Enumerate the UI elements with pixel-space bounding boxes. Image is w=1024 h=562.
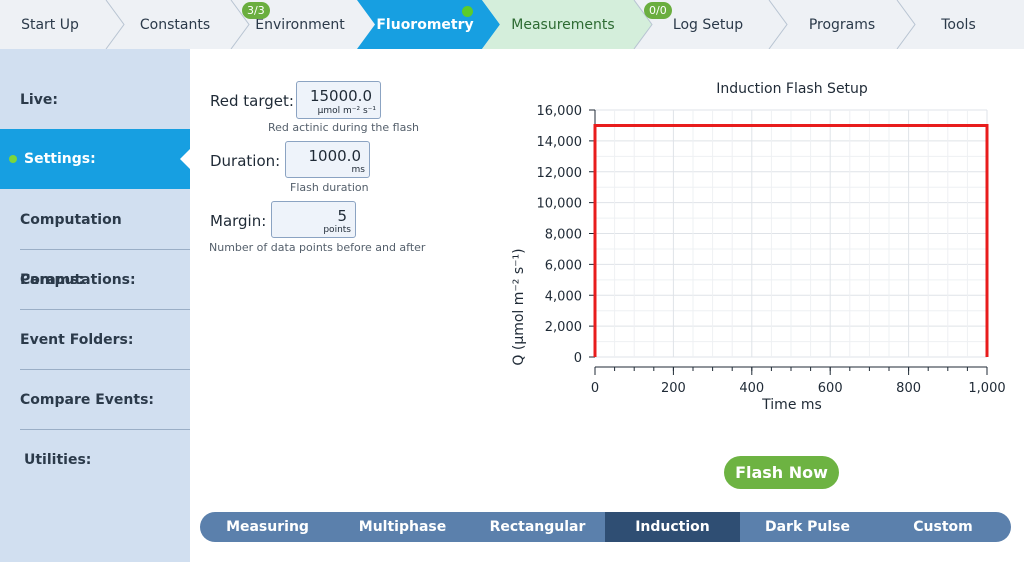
selection-pointer-icon (180, 149, 190, 169)
duration-label: Duration: (210, 152, 281, 170)
tab-measuring[interactable]: Measuring (200, 512, 335, 542)
duration-field[interactable]: 1000.0 ms (285, 141, 370, 178)
sidebar-item-label: Event Folders: (20, 332, 134, 348)
flash-now-button[interactable]: Flash Now (724, 456, 839, 489)
x-tick-label: 800 (896, 381, 921, 396)
red-target-unit: µmol m⁻² s⁻¹ (317, 106, 376, 116)
sidebar-item-label: Computations: (20, 272, 136, 288)
margin-hint: Number of data points before and after (209, 241, 426, 254)
duration-hint: Flash duration (290, 181, 369, 194)
y-tick-label: 12,000 (537, 166, 583, 181)
sidebar-item-label: Settings: (24, 151, 96, 167)
status-dot-icon (462, 6, 473, 17)
margin-label: Margin: (210, 212, 267, 230)
step-constants[interactable]: Constants (120, 0, 230, 49)
log-setup-count-badge: 0/0 (644, 2, 672, 19)
x-tick-label: 200 (661, 381, 686, 396)
x-tick-label: 0 (591, 381, 599, 396)
step-start-up[interactable]: Start Up (0, 0, 100, 49)
sidebar: Live: Settings: Computation Params: Comp… (0, 49, 190, 562)
x-tick-label: 600 (818, 381, 843, 396)
step-programs[interactable]: Programs (787, 0, 897, 49)
sidebar-item-computation-params[interactable]: Computation Params: (0, 190, 190, 288)
red-target-hint: Red actinic during the flash (268, 121, 420, 134)
y-tick-label: 10,000 (537, 197, 583, 212)
step-navigation: Start Up Constants Environment 3/3 Fluor… (0, 0, 1024, 49)
chart-title: Induction Flash Setup (716, 81, 868, 97)
environment-count-badge: 3/3 (242, 2, 270, 19)
margin-value: 5 (337, 207, 347, 225)
active-dot-icon (9, 155, 17, 163)
y-tick-label: 2,000 (545, 320, 582, 335)
x-tick-label: 400 (739, 381, 764, 396)
step-measurements[interactable]: Measurements (500, 0, 626, 49)
sidebar-item-settings[interactable]: Settings: (0, 129, 190, 189)
app-window: Start Up Constants Environment 3/3 Fluor… (0, 0, 1024, 562)
sidebar-item-label: Compare Events: (20, 392, 154, 408)
y-tick-label: 4,000 (545, 289, 582, 304)
step-fluorometry[interactable]: Fluorometry (375, 0, 475, 49)
x-tick-label: 1,000 (968, 381, 1005, 396)
sidebar-item-label: Utilities: (24, 452, 92, 468)
sidebar-item-label: Live: (20, 92, 58, 108)
y-tick-label: 8,000 (545, 228, 582, 243)
y-tick-labels: 0 2,000 4,000 6,000 8,000 10,000 12,000 14,000 1… (537, 104, 583, 366)
red-target-label: Red target: (210, 92, 294, 110)
tab-rectangular[interactable]: Rectangular (470, 512, 605, 542)
y-axis-label: Q (µmol m⁻² s⁻¹) (511, 248, 527, 365)
x-tick-labels: 0 200 400 600 800 1,000 (591, 381, 1005, 396)
sidebar-item-live[interactable]: Live: (0, 70, 190, 130)
tab-multiphase[interactable]: Multiphase (335, 512, 470, 542)
sidebar-item-computations[interactable]: Computations: (0, 250, 190, 310)
induction-flash-chart: Induction Flash Setup 0 2,000 4,000 6,000 8,… (511, 81, 1005, 413)
protocol-tabs: Measuring Multiphase Rectangular Inducti… (200, 512, 1011, 542)
x-axis-label: Time ms (761, 397, 822, 413)
y-tick-label: 14,000 (537, 135, 583, 150)
y-tick-label: 0 (574, 351, 582, 366)
red-target-field[interactable]: 15000.0 µmol m⁻² s⁻¹ (296, 81, 381, 119)
duration-unit: ms (351, 165, 365, 175)
step-tools[interactable]: Tools (915, 0, 1002, 49)
sidebar-item-utilities[interactable]: Utilities: (0, 430, 190, 490)
margin-field[interactable]: 5 points (271, 201, 356, 238)
y-tick-label: 6,000 (545, 258, 582, 273)
sidebar-item-compare-events[interactable]: Compare Events: (0, 370, 190, 430)
margin-unit: points (323, 225, 351, 235)
tab-dark-pulse[interactable]: Dark Pulse (740, 512, 875, 542)
y-tick-label: 16,000 (537, 104, 583, 119)
chart-grid (594, 109, 988, 358)
duration-value: 1000.0 (308, 147, 362, 165)
red-target-value: 15000.0 (309, 87, 372, 105)
tab-induction[interactable]: Induction (605, 512, 740, 542)
sidebar-item-event-folders[interactable]: Event Folders: (0, 310, 190, 370)
tab-custom[interactable]: Custom (875, 512, 1011, 542)
